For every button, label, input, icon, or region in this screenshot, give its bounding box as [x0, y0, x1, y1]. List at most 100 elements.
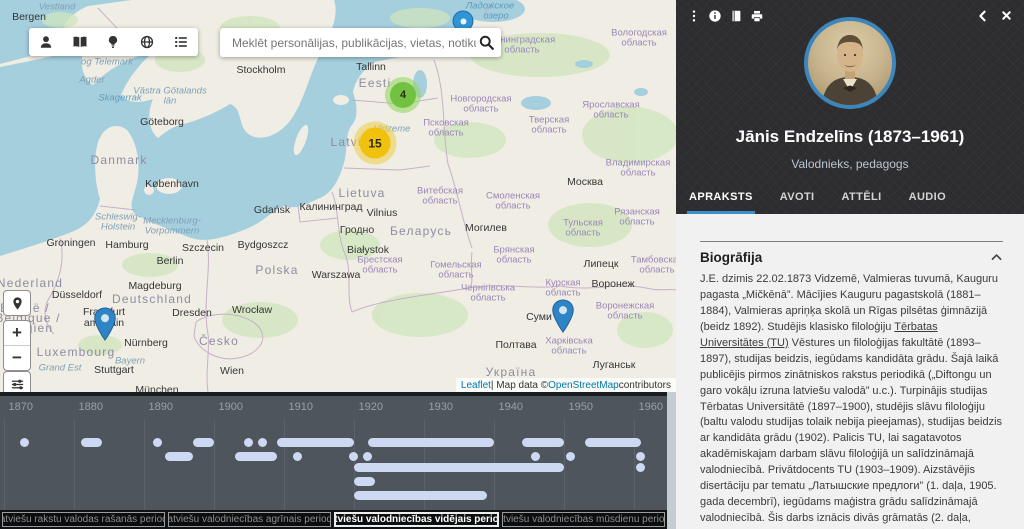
globe-icon [139, 34, 155, 50]
map-column: BergenVestlandog TelemarkAgderSkagerrakV… [0, 0, 676, 529]
timeline-gridline [284, 420, 285, 510]
attribution-text: | Map data © [491, 380, 548, 391]
openstreetmap-link[interactable]: OpenStreetMap [548, 380, 619, 391]
collapse-left-icon [976, 9, 990, 23]
bio-text-segment: J.E. dzimis 22.02.1873 Vidzemē, Valmiera… [700, 273, 998, 333]
timeline-gridline [74, 420, 75, 510]
timeline-year-label: 1930 [429, 401, 453, 413]
map-attribution: Leaflet | Map data © OpenStreetMap contr… [456, 378, 676, 392]
map-pin-marker[interactable] [552, 299, 575, 333]
filter-control [3, 371, 31, 392]
timeline-dot[interactable] [636, 452, 645, 461]
timeline-bar[interactable] [354, 477, 375, 486]
menu-button[interactable] [686, 8, 701, 23]
places-button[interactable] [135, 30, 159, 54]
leaflet-link[interactable]: Leaflet [461, 380, 491, 391]
timeline-dot[interactable] [636, 463, 645, 472]
timeline-year-label: 1890 [149, 401, 173, 413]
timeline-bar[interactable] [277, 438, 354, 447]
map-pin-icon [94, 307, 117, 341]
description-content[interactable]: Biogrāfija J.E. dzimis 22.02.1873 Vidzem… [676, 214, 1024, 529]
timeline-dot[interactable] [349, 452, 358, 461]
timeline-year-label: 1960 [639, 401, 663, 413]
timeline-year-label: 1940 [499, 401, 523, 413]
timeline-year-label: 1910 [289, 401, 313, 413]
timeline-dot[interactable] [293, 452, 302, 461]
timeline-bar[interactable] [81, 438, 102, 447]
tab-apraksts[interactable]: APRAKSTS [687, 188, 755, 214]
events-button[interactable] [101, 30, 125, 54]
list-icon [173, 34, 189, 50]
timeline-gridline [4, 420, 5, 510]
sources-button[interactable] [728, 8, 743, 23]
timeline-year-label: 1950 [569, 401, 593, 413]
persons-button[interactable] [34, 30, 58, 54]
publications-button[interactable] [68, 30, 92, 54]
locate-icon [10, 296, 25, 311]
legend-period-button[interactable]: Latviešu valodniecības agrīnais periods [168, 512, 331, 527]
search-box [220, 28, 501, 57]
map-pin-marker[interactable] [94, 307, 117, 341]
timeline-bar[interactable] [235, 452, 277, 461]
section-title: Biogrāfija [700, 250, 762, 265]
print-button[interactable] [749, 8, 764, 23]
timeline-dot[interactable] [531, 452, 540, 461]
tab-audio[interactable]: AUDIO [907, 188, 948, 214]
open-book-icon [72, 34, 88, 50]
timeline-bar[interactable] [354, 463, 564, 472]
search-icon[interactable] [478, 34, 495, 51]
book-icon [729, 9, 743, 23]
timeline-bar[interactable] [193, 438, 214, 447]
timeline-dot[interactable] [20, 438, 29, 447]
timeline-gridline [144, 420, 145, 510]
timeline[interactable]: 1870188018901900191019201930194019501960 [0, 392, 667, 510]
cluster-marker[interactable]: 15 [354, 122, 397, 165]
legend-period-button[interactable]: Latviešu valodniecības vidējais periods [334, 512, 499, 527]
legend-period-button[interactable]: Latviešu valodniecības mūsdienu periods [502, 512, 665, 527]
timeline-dot[interactable] [244, 438, 253, 447]
timeline-dot[interactable] [566, 452, 575, 461]
timeline-bar[interactable] [585, 438, 641, 447]
user-icon [38, 34, 54, 50]
biography-section-header[interactable]: Biogrāfija [700, 241, 1003, 265]
info-button[interactable] [707, 8, 722, 23]
timeline-gridline [634, 420, 635, 510]
timeline-gridline [214, 420, 215, 510]
bio-text-segment: Vēstures un filoloģijas fakultātē (1893–… [700, 337, 1002, 529]
filters-button[interactable] [4, 372, 30, 392]
sliders-icon [10, 377, 25, 392]
panel-window-actions [975, 8, 1014, 23]
cluster-count: 4 [390, 82, 416, 108]
info-icon [708, 9, 722, 23]
timeline-year-label: 1900 [219, 401, 243, 413]
timeline-year-label: 1870 [9, 401, 33, 413]
timeline-bar[interactable] [354, 491, 487, 500]
portrait-image [808, 21, 892, 105]
map-canvas[interactable]: BergenVestlandog TelemarkAgderSkagerrakV… [0, 0, 676, 392]
timeline-bar[interactable] [165, 452, 193, 461]
legend-period-button[interactable]: Latviešu rakstu valodas rašanās periods [2, 512, 165, 527]
attribution-suffix: contributors [619, 380, 671, 391]
timeline-dot[interactable] [258, 438, 267, 447]
timeline-bar[interactable] [368, 438, 494, 447]
tab-avoti[interactable]: AVOTI [778, 188, 817, 214]
tab-attēli[interactable]: ATTĒLI [840, 188, 884, 214]
locate-button[interactable] [4, 291, 30, 315]
cluster-marker[interactable]: 4 [385, 77, 421, 113]
search-input[interactable] [230, 35, 478, 51]
list-button[interactable] [169, 30, 193, 54]
collapse-panel-button[interactable] [975, 8, 990, 23]
zoom-control: + − [3, 320, 31, 371]
timeline-bar[interactable] [522, 438, 564, 447]
biography-text: J.E. dzimis 22.02.1873 Vidzemē, Valmiera… [700, 272, 1003, 529]
close-panel-button[interactable] [999, 8, 1014, 23]
timeline-year-label: 1880 [79, 401, 103, 413]
menu-dots-icon [687, 9, 701, 23]
timeline-dot[interactable] [153, 438, 162, 447]
timeline-dot[interactable] [363, 452, 372, 461]
zoom-out-button[interactable]: − [4, 345, 30, 370]
timeline-gridline [564, 420, 565, 510]
panel-actions [686, 8, 764, 23]
zoom-in-button[interactable]: + [4, 321, 30, 345]
chevron-up-icon[interactable] [990, 251, 1003, 264]
